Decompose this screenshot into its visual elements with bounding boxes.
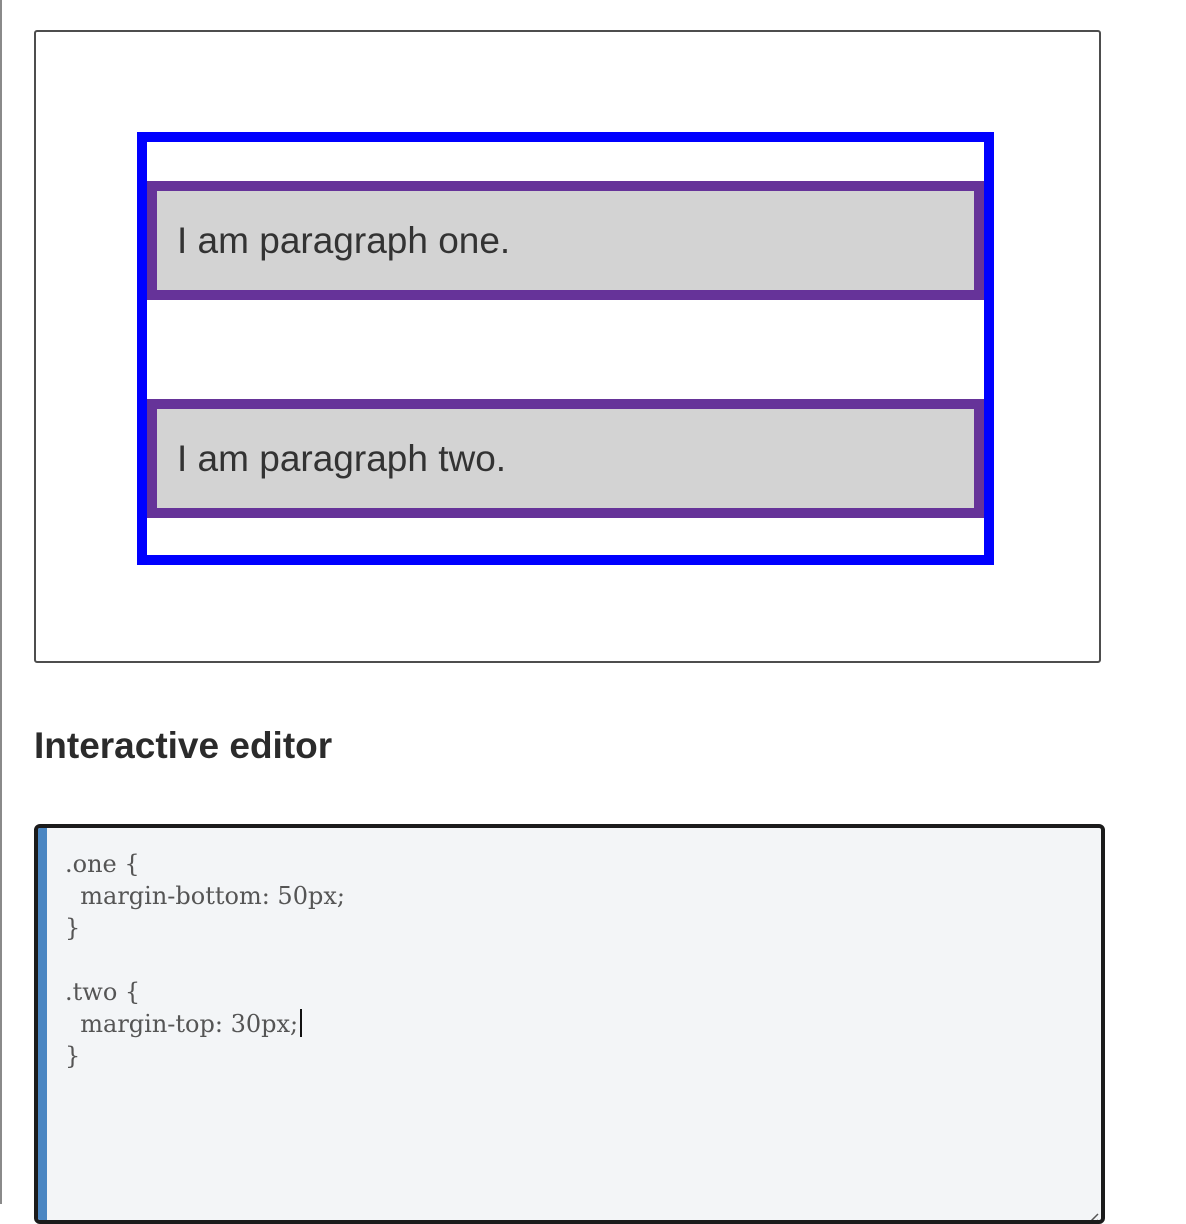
interactive-editor-heading: Interactive editor <box>34 725 333 766</box>
paragraph-one: I am paragraph one. <box>147 181 984 300</box>
demo-container: I am paragraph one. I am paragraph two. <box>137 132 994 565</box>
code-content[interactable]: .one { margin-bottom: 50px;} .two { margi… <box>65 848 345 1072</box>
output-preview-frame: I am paragraph one. I am paragraph two. <box>34 30 1101 663</box>
code-line[interactable]: .two { <box>65 976 345 1008</box>
editor-gutter <box>38 828 47 1220</box>
left-divider <box>0 0 2 1204</box>
code-line[interactable]: .one { <box>65 848 345 880</box>
text-caret <box>300 1009 303 1037</box>
code-line[interactable]: } <box>65 912 345 944</box>
code-line[interactable]: } <box>65 1040 345 1072</box>
code-line-active[interactable]: margin-top: 30px; <box>65 1008 345 1040</box>
code-line-text[interactable]: margin-top: 30px; <box>65 1010 298 1038</box>
paragraph-two: I am paragraph two. <box>147 399 984 518</box>
code-line[interactable] <box>65 944 345 976</box>
resize-grip-icon[interactable] <box>1079 1210 1099 1220</box>
css-code-editor[interactable]: .one { margin-bottom: 50px;} .two { margi… <box>34 824 1105 1224</box>
code-line[interactable]: margin-bottom: 50px; <box>65 880 345 912</box>
